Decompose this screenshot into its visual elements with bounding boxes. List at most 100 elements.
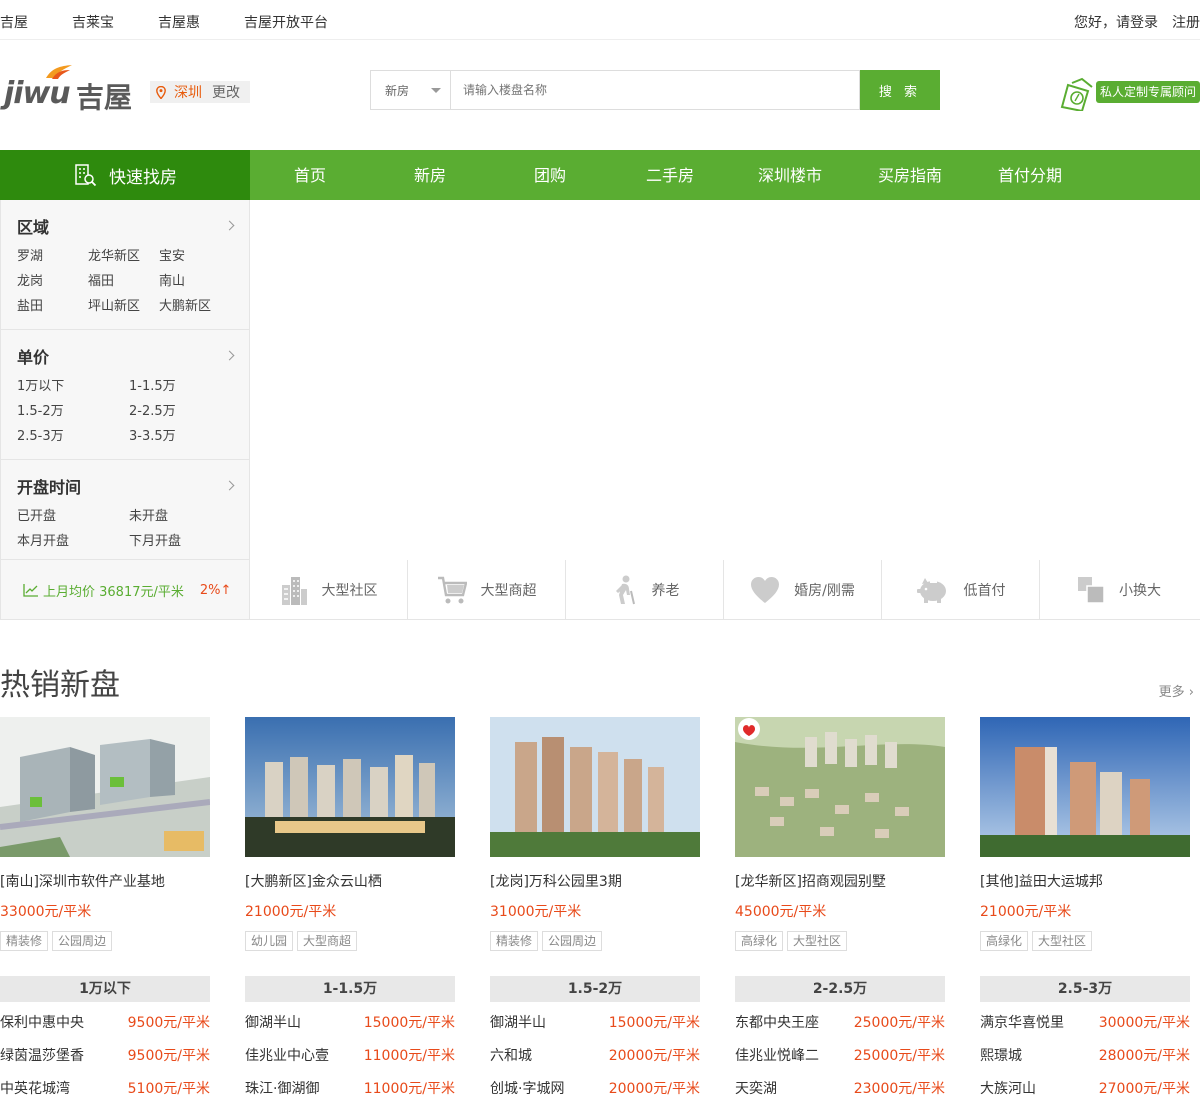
property-label: 幼儿园 — [245, 931, 294, 951]
property-card: [大鹏新区]金众云山栖 21000元/平米 幼儿园 大型商超 1-1.5万 御湖… — [245, 717, 455, 1106]
list-item[interactable]: 中英花城湾 5100元/平米 — [0, 1073, 210, 1106]
property-name[interactable]: [南山]深圳市软件产业基地 — [0, 871, 210, 891]
list-item[interactable]: 熙璟城 28000元/平米 — [980, 1040, 1190, 1073]
price-range-list: 东都中央王座 25000元/平米 佳兆业悦峰二 25000元/平米 天奕湖 23000… — [735, 1007, 945, 1106]
filter-option[interactable]: 坪山新区 — [88, 298, 159, 316]
top-link-open-platform[interactable]: 吉屋开放平台 — [244, 12, 328, 32]
list-item[interactable]: 御湖半山 15000元/平米 — [490, 1007, 700, 1040]
nav-item-market[interactable]: 深圳楼市 — [730, 150, 850, 200]
list-item[interactable]: 大族河山 27000元/平米 — [980, 1073, 1190, 1106]
feature-tag-label: 小换大 — [1119, 583, 1161, 599]
feature-tag-low-down-payment[interactable]: 低首付 — [882, 560, 1040, 620]
filter-option[interactable]: 宝安 — [159, 248, 230, 266]
price-range-band[interactable]: 1-1.5万 — [245, 976, 455, 1002]
nav-item-home[interactable]: 首页 — [250, 150, 370, 200]
list-item-name: 创城·字城网 — [490, 1081, 565, 1097]
filter-option[interactable]: 1-1.5万 — [129, 378, 241, 396]
chevron-down-icon — [431, 88, 441, 93]
filter-option[interactable]: 1万以下 — [17, 378, 129, 396]
filter-option[interactable]: 龙华新区 — [88, 248, 159, 266]
property-name[interactable]: [龙岗]万科公园里3期 — [490, 871, 700, 891]
property-name[interactable]: [龙华新区]招商观园别墅 — [735, 871, 945, 891]
property-image[interactable] — [0, 717, 210, 857]
list-item[interactable]: 六和城 20000元/平米 — [490, 1040, 700, 1073]
property-label: 公园周边 — [52, 931, 113, 951]
feature-tag-large-community[interactable]: 大型社区 — [250, 560, 408, 620]
register-link[interactable]: 注册 — [1172, 12, 1200, 32]
change-city-link[interactable]: 更改 — [212, 82, 240, 102]
price-range-band[interactable]: 2-2.5万 — [735, 976, 945, 1002]
nav-item-group-buy[interactable]: 团购 — [490, 150, 610, 200]
filter-option[interactable]: 罗湖 — [17, 248, 88, 266]
property-image[interactable] — [245, 717, 455, 857]
search-type-value: 新房 — [385, 83, 410, 98]
top-link-jilaibao[interactable]: 吉莱宝 — [72, 12, 114, 32]
list-item-name: 大族河山 — [980, 1081, 1036, 1097]
filter-group-title[interactable]: 单价 — [17, 344, 233, 370]
property-label: 大型社区 — [1032, 931, 1093, 951]
filter-option[interactable]: 福田 — [88, 273, 159, 291]
filter-option[interactable]: 南山 — [159, 273, 230, 291]
search-type-select[interactable]: 新房 — [370, 70, 450, 110]
more-link[interactable]: 更多 › — [1159, 681, 1194, 700]
filter-option[interactable]: 下月开盘 — [129, 533, 241, 551]
list-item[interactable]: 创城·字城网 20000元/平米 — [490, 1073, 700, 1106]
property-labels: 高绿化 大型社区 — [735, 931, 945, 951]
filter-option[interactable]: 大鹏新区 — [159, 298, 230, 316]
filter-option[interactable]: 龙岗 — [17, 273, 88, 291]
custom-consultant[interactable]: 私人定制专属顾问 — [1058, 77, 1200, 113]
list-item-name: 御湖半山 — [490, 1015, 546, 1031]
section-title: 热销新盘 — [0, 668, 120, 703]
property-price: 21000元/平米 — [245, 904, 337, 920]
list-item[interactable]: 绿茵温莎堡香 9500元/平米 — [0, 1040, 210, 1073]
list-item-name: 中英花城湾 — [0, 1081, 70, 1097]
nav-item-new-homes[interactable]: 新房 — [370, 150, 490, 200]
property-name[interactable]: [其他]益田大运城邦 — [980, 871, 1190, 891]
filter-option[interactable]: 盐田 — [17, 298, 88, 316]
filter-option[interactable]: 本月开盘 — [17, 533, 129, 551]
feature-tag-upgrade[interactable]: 小换大 — [1040, 560, 1198, 620]
property-name[interactable]: [大鹏新区]金众云山栖 — [245, 871, 455, 891]
avg-price-summary[interactable]: 上月均价 36817元/平米 2%↑ — [1, 560, 249, 620]
list-item[interactable]: 满京华喜悦里 30000元/平米 — [980, 1007, 1190, 1040]
nav-item-installment[interactable]: 首付分期 — [970, 150, 1090, 200]
filter-group-title[interactable]: 区域 — [17, 214, 233, 240]
property-image[interactable] — [490, 717, 700, 857]
list-item[interactable]: 天奕湖 23000元/平米 — [735, 1073, 945, 1106]
top-link-jiwuhui[interactable]: 吉屋惠 — [158, 12, 200, 32]
filter-option[interactable]: 2.5-3万 — [17, 428, 129, 446]
city-selector[interactable]: 深圳 更改 — [150, 81, 250, 103]
feature-tag-elderly[interactable]: 养老 — [566, 560, 724, 620]
filter-group-title[interactable]: 开盘时间 — [17, 474, 233, 500]
property-image[interactable] — [980, 717, 1190, 857]
filter-options: 罗湖 龙华新区 宝安 龙岗 福田 南山 盐田 坪山新区 大鹏新区 — [17, 248, 233, 316]
search-button[interactable]: 搜 索 — [860, 70, 940, 110]
site-logo[interactable]: jiwu 吉屋 — [4, 62, 140, 114]
filter-option[interactable]: 3-3.5万 — [129, 428, 241, 446]
price-range-band[interactable]: 1万以下 — [0, 976, 210, 1002]
property-image[interactable] — [735, 717, 945, 857]
list-item-price: 9500元/平米 — [127, 1015, 210, 1031]
list-item[interactable]: 佳兆业中心壹 11000元/平米 — [245, 1040, 455, 1073]
search-input[interactable] — [450, 70, 860, 110]
filter-option[interactable]: 已开盘 — [17, 508, 129, 526]
filter-option[interactable]: 1.5-2万 — [17, 403, 129, 421]
login-link[interactable]: 您好，请登录 — [1074, 12, 1158, 32]
nav-item-guide[interactable]: 买房指南 — [850, 150, 970, 200]
feature-tag-label: 大型社区 — [321, 583, 378, 599]
filter-option[interactable]: 2-2.5万 — [129, 403, 241, 421]
list-item-name: 保利中惠中央 — [0, 1015, 84, 1031]
nav-item-resale[interactable]: 二手房 — [610, 150, 730, 200]
list-item[interactable]: 保利中惠中央 9500元/平米 — [0, 1007, 210, 1040]
list-item[interactable]: 佳兆业悦峰二 25000元/平米 — [735, 1040, 945, 1073]
list-item[interactable]: 御湖半山 15000元/平米 — [245, 1007, 455, 1040]
top-link-jiwu[interactable]: 吉屋 — [0, 12, 28, 32]
feature-tag-wedding[interactable]: 婚房/刚需 — [724, 560, 882, 620]
price-range-band[interactable]: 2.5-3万 — [980, 976, 1190, 1002]
price-range-band[interactable]: 1.5-2万 — [490, 976, 700, 1002]
list-item[interactable]: 珠江·御湖御 11000元/平米 — [245, 1073, 455, 1106]
list-item[interactable]: 东都中央王座 25000元/平米 — [735, 1007, 945, 1040]
feature-tag-supermarket[interactable]: 大型商超 — [408, 560, 566, 620]
filter-option[interactable]: 未开盘 — [129, 508, 241, 526]
quick-find-button[interactable]: 快速找房 — [0, 150, 250, 200]
